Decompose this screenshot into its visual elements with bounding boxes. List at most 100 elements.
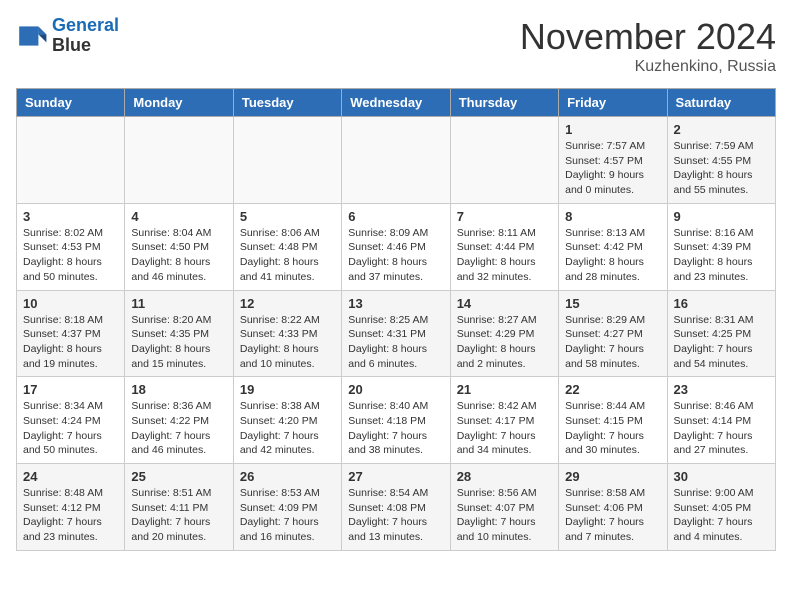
- day-number: 3: [23, 209, 118, 224]
- day-info: Sunrise: 8:36 AM Sunset: 4:22 PM Dayligh…: [131, 399, 226, 458]
- page-header: General Blue November 2024 Kuzhenkino, R…: [16, 16, 776, 76]
- calendar-week-row: 17 Sunrise: 8:34 AM Sunset: 4:24 PM Dayli…: [17, 377, 776, 464]
- day-number: 11: [131, 296, 226, 311]
- calendar-cell: 15 Sunrise: 8:29 AM Sunset: 4:27 PM Dayli…: [559, 290, 667, 377]
- location: Kuzhenkino, Russia: [520, 58, 776, 76]
- calendar-cell: 10 Sunrise: 8:18 AM Sunset: 4:37 PM Dayli…: [17, 290, 125, 377]
- calendar-cell: 11 Sunrise: 8:20 AM Sunset: 4:35 PM Dayli…: [125, 290, 233, 377]
- day-info: Sunrise: 8:18 AM Sunset: 4:37 PM Dayligh…: [23, 313, 118, 372]
- day-number: 18: [131, 382, 226, 397]
- day-number: 5: [240, 209, 335, 224]
- day-info: Sunrise: 7:59 AM Sunset: 4:55 PM Dayligh…: [674, 139, 769, 198]
- day-info: Sunrise: 8:09 AM Sunset: 4:46 PM Dayligh…: [348, 226, 443, 285]
- day-number: 25: [131, 469, 226, 484]
- month-title: November 2024: [520, 16, 776, 58]
- day-number: 12: [240, 296, 335, 311]
- day-number: 16: [674, 296, 769, 311]
- calendar-cell: [125, 117, 233, 204]
- calendar-cell: 23 Sunrise: 8:46 AM Sunset: 4:14 PM Dayli…: [667, 377, 775, 464]
- calendar-cell: 9 Sunrise: 8:16 AM Sunset: 4:39 PM Daylig…: [667, 203, 775, 290]
- day-info: Sunrise: 8:44 AM Sunset: 4:15 PM Dayligh…: [565, 399, 660, 458]
- day-info: Sunrise: 8:06 AM Sunset: 4:48 PM Dayligh…: [240, 226, 335, 285]
- calendar-cell: 4Sunrise: 8:04 AM Sunset: 4:50 PM Daylig…: [125, 203, 233, 290]
- calendar-cell: 1Sunrise: 7:57 AM Sunset: 4:57 PM Daylig…: [559, 117, 667, 204]
- calendar-cell: 2 Sunrise: 7:59 AM Sunset: 4:55 PM Daylig…: [667, 117, 775, 204]
- day-number: 15: [565, 296, 660, 311]
- day-number: 27: [348, 469, 443, 484]
- day-number: 9: [674, 209, 769, 224]
- calendar-cell: 18 Sunrise: 8:36 AM Sunset: 4:22 PM Dayli…: [125, 377, 233, 464]
- day-number: 21: [457, 382, 552, 397]
- calendar-cell: 20Sunrise: 8:40 AM Sunset: 4:18 PM Dayli…: [342, 377, 450, 464]
- day-info: Sunrise: 8:25 AM Sunset: 4:31 PM Dayligh…: [348, 313, 443, 372]
- calendar-cell: 14 Sunrise: 8:27 AM Sunset: 4:29 PM Dayli…: [450, 290, 558, 377]
- day-info: Sunrise: 8:40 AM Sunset: 4:18 PM Dayligh…: [348, 399, 443, 458]
- day-number: 13: [348, 296, 443, 311]
- day-info: Sunrise: 8:56 AM Sunset: 4:07 PM Dayligh…: [457, 486, 552, 545]
- day-number: 28: [457, 469, 552, 484]
- calendar-cell: 19 Sunrise: 8:38 AM Sunset: 4:20 PM Dayli…: [233, 377, 341, 464]
- calendar-cell: 12Sunrise: 8:22 AM Sunset: 4:33 PM Dayli…: [233, 290, 341, 377]
- calendar-cell: 21 Sunrise: 8:42 AM Sunset: 4:17 PM Dayli…: [450, 377, 558, 464]
- day-number: 17: [23, 382, 118, 397]
- day-number: 24: [23, 469, 118, 484]
- weekday-header-row: SundayMondayTuesdayWednesdayThursdayFrid…: [17, 89, 776, 117]
- day-number: 1: [565, 122, 660, 137]
- calendar-cell: [17, 117, 125, 204]
- day-info: Sunrise: 8:31 AM Sunset: 4:25 PM Dayligh…: [674, 313, 769, 372]
- day-info: Sunrise: 8:27 AM Sunset: 4:29 PM Dayligh…: [457, 313, 552, 372]
- day-number: 19: [240, 382, 335, 397]
- calendar-cell: 29 Sunrise: 8:58 AM Sunset: 4:06 PM Dayli…: [559, 464, 667, 551]
- day-number: 22: [565, 382, 660, 397]
- calendar-cell: [342, 117, 450, 204]
- calendar-week-row: 10 Sunrise: 8:18 AM Sunset: 4:37 PM Dayli…: [17, 290, 776, 377]
- day-info: Sunrise: 8:51 AM Sunset: 4:11 PM Dayligh…: [131, 486, 226, 545]
- weekday-header: Sunday: [17, 89, 125, 117]
- day-info: Sunrise: 8:34 AM Sunset: 4:24 PM Dayligh…: [23, 399, 118, 458]
- calendar-cell: 24 Sunrise: 8:48 AM Sunset: 4:12 PM Dayli…: [17, 464, 125, 551]
- logo: General Blue: [16, 16, 119, 56]
- day-info: Sunrise: 8:54 AM Sunset: 4:08 PM Dayligh…: [348, 486, 443, 545]
- day-number: 14: [457, 296, 552, 311]
- calendar-cell: 26 Sunrise: 8:53 AM Sunset: 4:09 PM Dayli…: [233, 464, 341, 551]
- day-info: Sunrise: 8:02 AM Sunset: 4:53 PM Dayligh…: [23, 226, 118, 285]
- calendar-week-row: 1Sunrise: 7:57 AM Sunset: 4:57 PM Daylig…: [17, 117, 776, 204]
- day-info: Sunrise: 8:42 AM Sunset: 4:17 PM Dayligh…: [457, 399, 552, 458]
- weekday-header: Friday: [559, 89, 667, 117]
- day-info: Sunrise: 8:38 AM Sunset: 4:20 PM Dayligh…: [240, 399, 335, 458]
- day-info: Sunrise: 8:13 AM Sunset: 4:42 PM Dayligh…: [565, 226, 660, 285]
- calendar-week-row: 24 Sunrise: 8:48 AM Sunset: 4:12 PM Dayli…: [17, 464, 776, 551]
- day-number: 10: [23, 296, 118, 311]
- day-info: Sunrise: 9:00 AM Sunset: 4:05 PM Dayligh…: [674, 486, 769, 545]
- day-number: 30: [674, 469, 769, 484]
- day-info: Sunrise: 8:58 AM Sunset: 4:06 PM Dayligh…: [565, 486, 660, 545]
- calendar-cell: 13 Sunrise: 8:25 AM Sunset: 4:31 PM Dayli…: [342, 290, 450, 377]
- day-info: Sunrise: 8:11 AM Sunset: 4:44 PM Dayligh…: [457, 226, 552, 285]
- day-number: 6: [348, 209, 443, 224]
- day-number: 2: [674, 122, 769, 137]
- weekday-header: Wednesday: [342, 89, 450, 117]
- calendar-cell: 3 Sunrise: 8:02 AM Sunset: 4:53 PM Daylig…: [17, 203, 125, 290]
- day-info: Sunrise: 8:04 AM Sunset: 4:50 PM Dayligh…: [131, 226, 226, 285]
- weekday-header: Monday: [125, 89, 233, 117]
- day-number: 26: [240, 469, 335, 484]
- weekday-header: Tuesday: [233, 89, 341, 117]
- calendar-cell: 30 Sunrise: 9:00 AM Sunset: 4:05 PM Dayli…: [667, 464, 775, 551]
- calendar-week-row: 3 Sunrise: 8:02 AM Sunset: 4:53 PM Daylig…: [17, 203, 776, 290]
- day-info: Sunrise: 8:48 AM Sunset: 4:12 PM Dayligh…: [23, 486, 118, 545]
- day-number: 29: [565, 469, 660, 484]
- calendar-cell: 25 Sunrise: 8:51 AM Sunset: 4:11 PM Dayli…: [125, 464, 233, 551]
- calendar-cell: [450, 117, 558, 204]
- day-number: 23: [674, 382, 769, 397]
- day-info: Sunrise: 8:53 AM Sunset: 4:09 PM Dayligh…: [240, 486, 335, 545]
- day-info: Sunrise: 8:20 AM Sunset: 4:35 PM Dayligh…: [131, 313, 226, 372]
- day-info: Sunrise: 8:16 AM Sunset: 4:39 PM Dayligh…: [674, 226, 769, 285]
- day-number: 7: [457, 209, 552, 224]
- calendar-cell: 27 Sunrise: 8:54 AM Sunset: 4:08 PM Dayli…: [342, 464, 450, 551]
- day-info: Sunrise: 8:29 AM Sunset: 4:27 PM Dayligh…: [565, 313, 660, 372]
- weekday-header: Thursday: [450, 89, 558, 117]
- calendar-cell: 17 Sunrise: 8:34 AM Sunset: 4:24 PM Dayli…: [17, 377, 125, 464]
- day-info: Sunrise: 8:46 AM Sunset: 4:14 PM Dayligh…: [674, 399, 769, 458]
- calendar-cell: 6 Sunrise: 8:09 AM Sunset: 4:46 PM Daylig…: [342, 203, 450, 290]
- calendar-cell: 5 Sunrise: 8:06 AM Sunset: 4:48 PM Daylig…: [233, 203, 341, 290]
